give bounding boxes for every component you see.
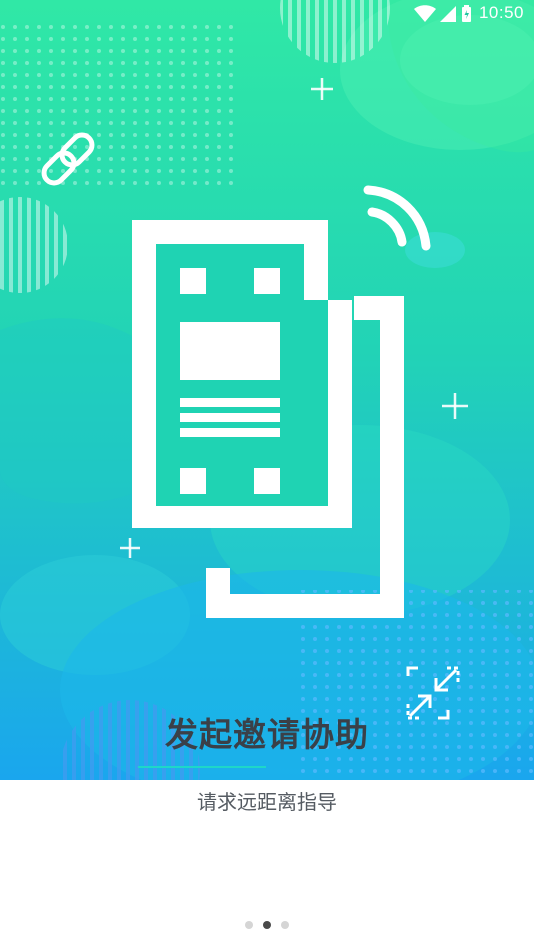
status-icons — [414, 5, 474, 23]
page-indicator — [0, 914, 534, 933]
page-dot-2-active[interactable] — [263, 921, 271, 929]
onboarding-screen: 10:50 发起邀请协助 请求远距离指导 — [0, 0, 534, 950]
title-underline — [138, 766, 266, 768]
status-bar: 10:50 — [0, 0, 534, 28]
onboarding-subtitle: 请求远距离指导 — [197, 790, 337, 814]
status-time: 10:50 — [478, 3, 524, 22]
onboarding-title: 发起邀请协助 — [165, 715, 369, 754]
hero-background — [0, 0, 534, 780]
wifi-icon — [414, 5, 436, 22]
hero-illustration: 10:50 发起邀请协助 — [0, 0, 534, 780]
battery-icon — [462, 5, 471, 22]
page-dot-3[interactable] — [281, 921, 289, 929]
page-dot-1[interactable] — [245, 921, 253, 929]
cellular-signal-icon — [440, 6, 456, 22]
